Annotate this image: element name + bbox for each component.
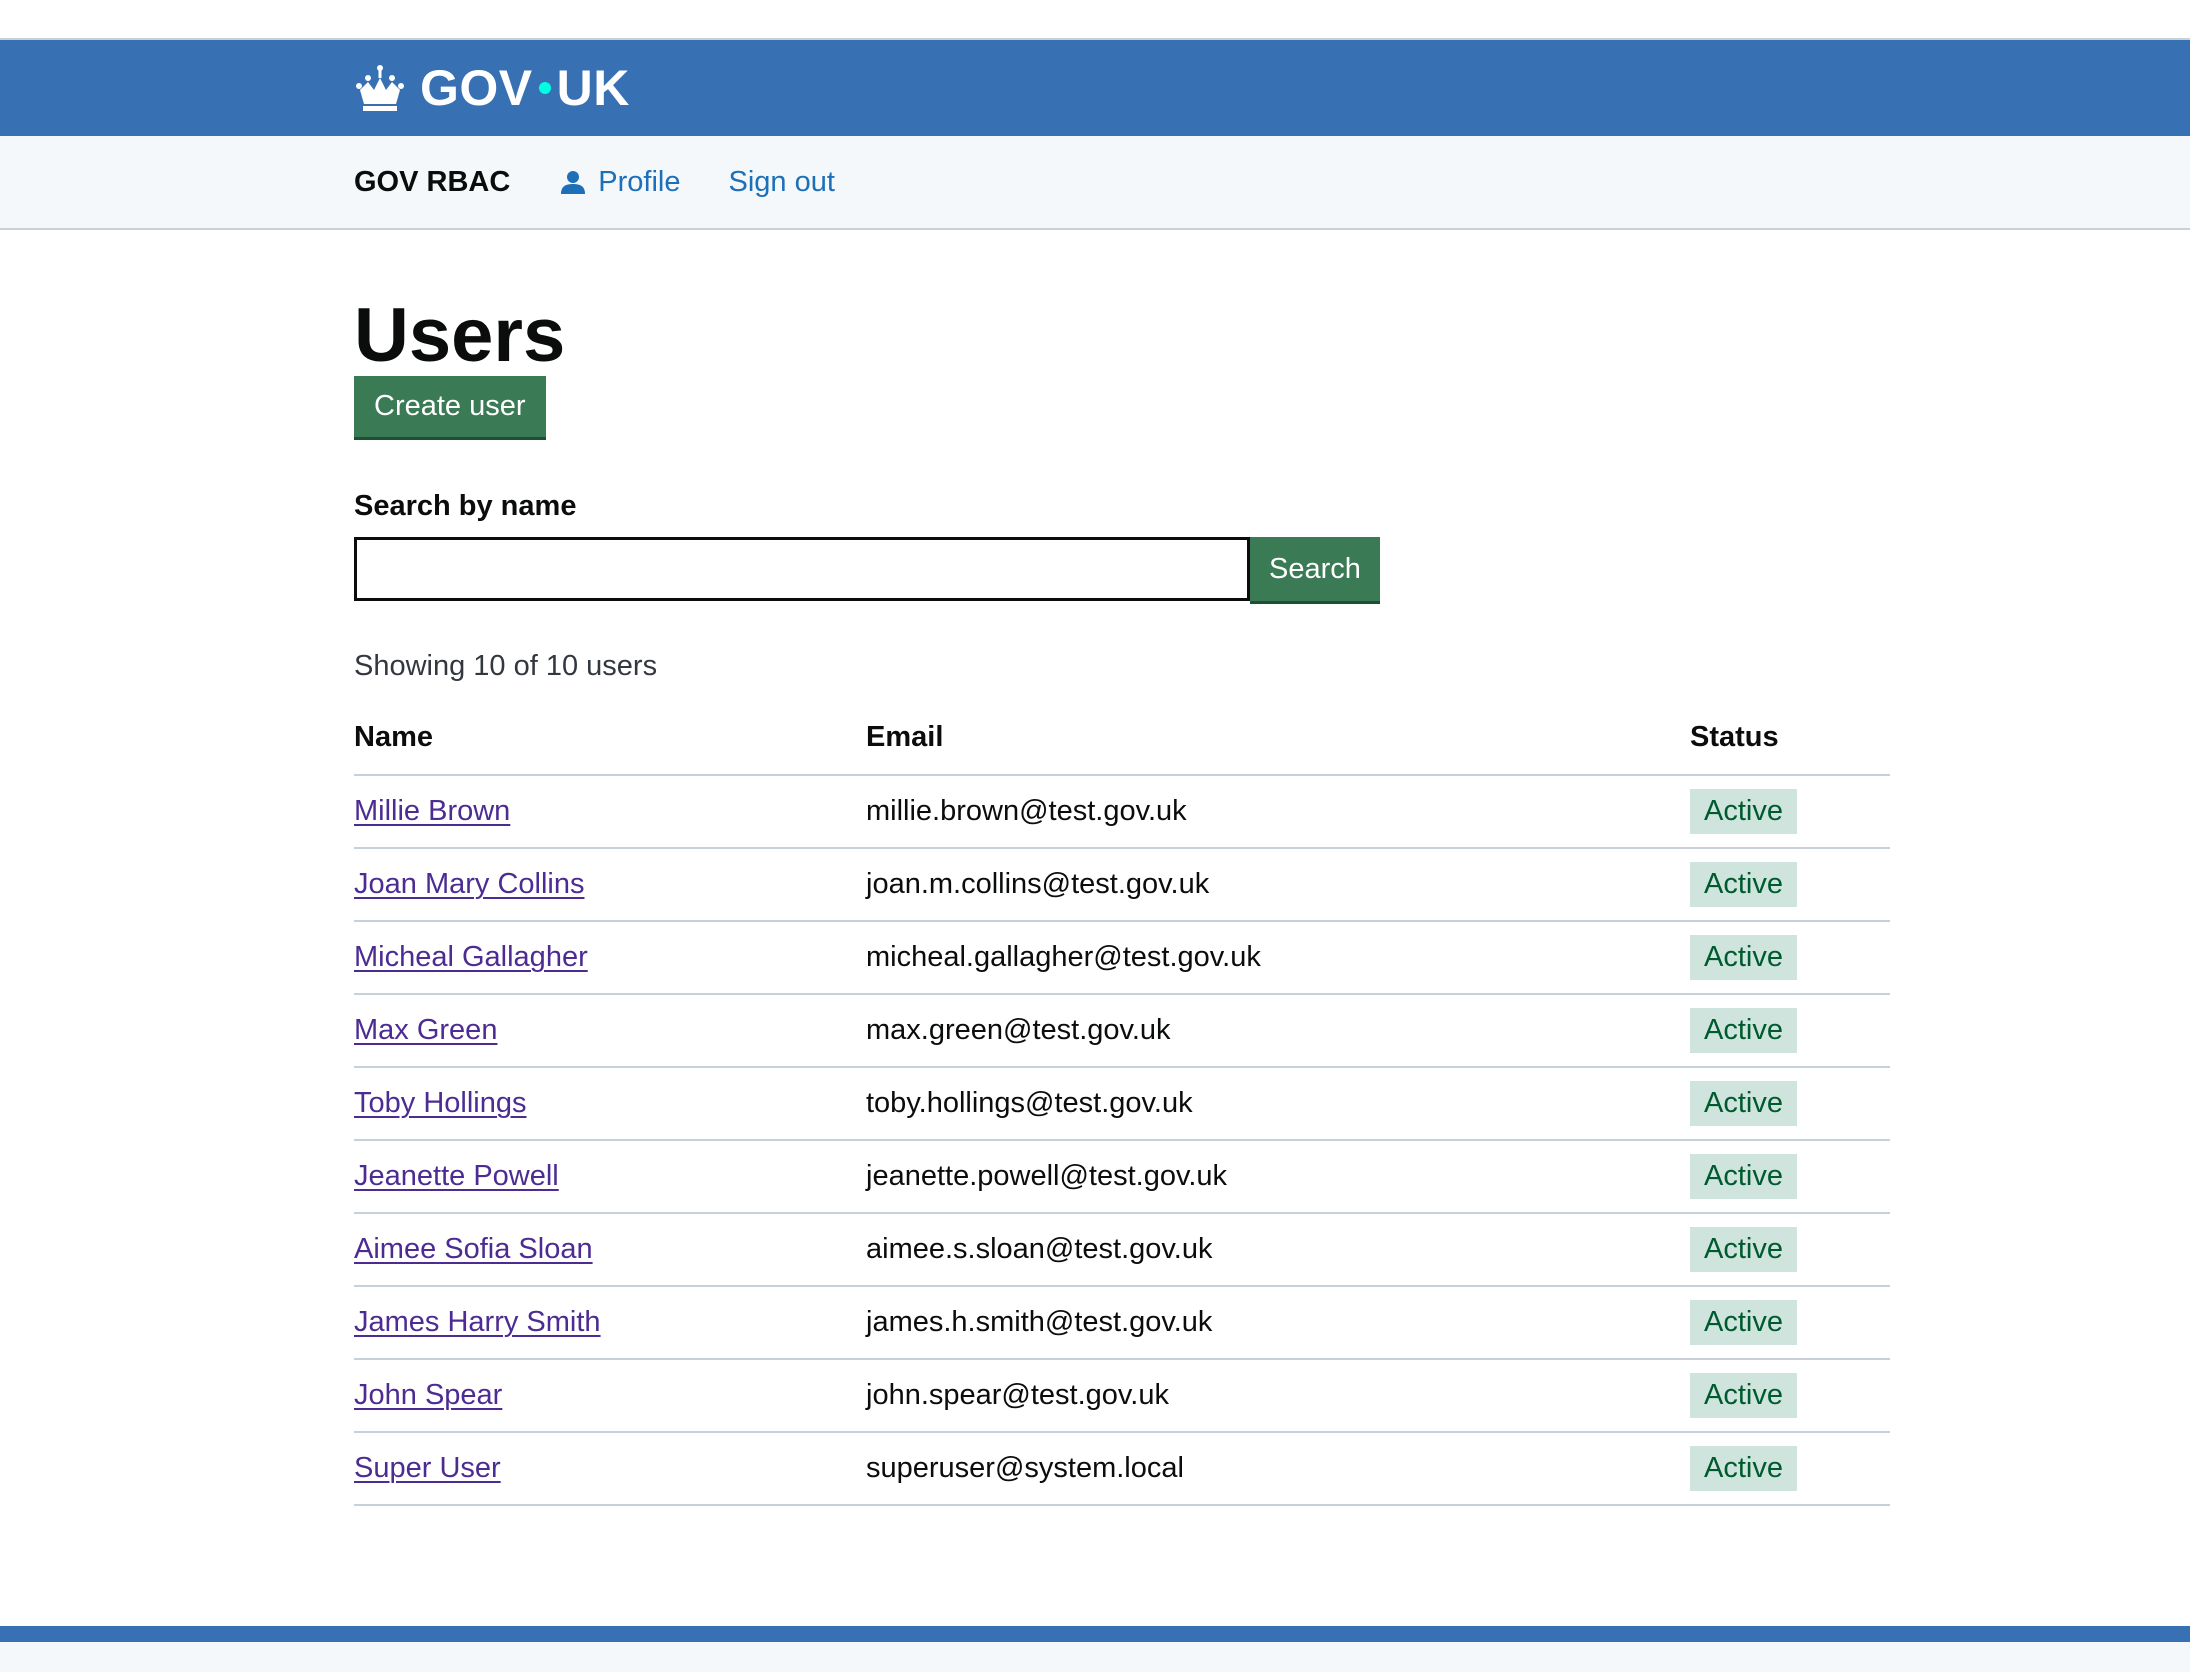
user-email: john.spear@test.gov.uk <box>866 1359 1690 1433</box>
page-footer <box>0 1626 2190 1672</box>
user-email: millie.brown@test.gov.uk <box>866 775 1690 849</box>
table-row: Micheal Gallagher micheal.gallagher@test… <box>354 921 1890 995</box>
user-name-link[interactable]: Joan Mary Collins <box>354 868 584 900</box>
user-name-link[interactable]: Aimee Sofia Sloan <box>354 1233 593 1265</box>
status-badge: Active <box>1690 935 1797 980</box>
user-email: jeanette.powell@test.gov.uk <box>866 1140 1690 1214</box>
person-icon <box>561 171 586 194</box>
table-row: James Harry Smith james.h.smith@test.gov… <box>354 1286 1890 1360</box>
table-header-row: Name Email Status <box>354 713 1890 776</box>
status-badge: Active <box>1690 1373 1797 1418</box>
user-email: aimee.s.sloan@test.gov.uk <box>866 1213 1690 1287</box>
status-badge: Active <box>1690 1154 1797 1199</box>
status-badge: Active <box>1690 1446 1797 1491</box>
status-badge: Active <box>1690 1300 1797 1345</box>
search-label: Search by name <box>354 490 577 522</box>
results-count: Showing 10 of 10 users <box>354 650 658 682</box>
service-navigation: GOV RBAC Profile Sign out <box>0 136 2190 230</box>
status-badge: Active <box>1690 1081 1797 1126</box>
user-name-link[interactable]: Millie Brown <box>354 795 510 827</box>
users-table: Name Email Status Millie Brown millie.br… <box>354 713 1890 1506</box>
create-user-button[interactable]: Create user <box>354 376 546 440</box>
govuk-logotype: GOV UK <box>420 59 630 117</box>
logotype-gov: GOV <box>420 60 533 116</box>
search-button[interactable]: Search <box>1250 537 1380 604</box>
status-badge: Active <box>1690 1227 1797 1272</box>
service-name[interactable]: GOV RBAC <box>354 166 510 199</box>
user-name-link[interactable]: Jeanette Powell <box>354 1160 559 1192</box>
table-row: John Spear john.spear@test.gov.uk Active <box>354 1359 1890 1433</box>
profile-link[interactable]: Profile <box>560 165 681 199</box>
user-email: joan.m.collins@test.gov.uk <box>866 848 1690 922</box>
signout-link[interactable]: Sign out <box>729 166 835 199</box>
status-badge: Active <box>1690 1008 1797 1053</box>
column-header-email: Email <box>866 713 1690 776</box>
user-name-link[interactable]: Toby Hollings <box>354 1087 526 1119</box>
table-row: Aimee Sofia Sloan aimee.s.sloan@test.gov… <box>354 1213 1890 1287</box>
profile-link-label: Profile <box>598 165 681 198</box>
column-header-status: Status <box>1690 713 1890 776</box>
user-name-link[interactable]: Super User <box>354 1452 501 1484</box>
status-badge: Active <box>1690 789 1797 834</box>
user-name-link[interactable]: Micheal Gallagher <box>354 941 588 973</box>
table-row: Millie Brown millie.brown@test.gov.uk Ac… <box>354 775 1890 849</box>
page-title: Users <box>354 293 566 378</box>
top-strip <box>0 0 2190 40</box>
user-email: superuser@system.local <box>866 1432 1690 1506</box>
table-row: Toby Hollings toby.hollings@test.gov.uk … <box>354 1067 1890 1141</box>
main-content: Users Create user Search by name Search … <box>354 230 1890 1506</box>
table-row: Joan Mary Collins joan.m.collins@test.go… <box>354 848 1890 922</box>
user-name-link[interactable]: James Harry Smith <box>354 1306 601 1338</box>
user-email: james.h.smith@test.gov.uk <box>866 1286 1690 1360</box>
crown-icon <box>356 65 404 111</box>
table-row: Jeanette Powell jeanette.powell@test.gov… <box>354 1140 1890 1214</box>
user-email: micheal.gallagher@test.gov.uk <box>866 921 1690 995</box>
govuk-header: GOV UK <box>0 40 2190 136</box>
search-form: Search <box>354 537 1890 604</box>
search-input[interactable] <box>354 537 1250 601</box>
column-header-name: Name <box>354 713 866 776</box>
user-email: max.green@test.gov.uk <box>866 994 1690 1068</box>
govuk-logo-link[interactable]: GOV UK <box>354 40 630 136</box>
table-row: Max Green max.green@test.gov.uk Active <box>354 994 1890 1068</box>
user-email: toby.hollings@test.gov.uk <box>866 1067 1690 1141</box>
logotype-dot <box>538 82 551 94</box>
table-row: Super User superuser@system.local Active <box>354 1432 1890 1506</box>
status-badge: Active <box>1690 862 1797 907</box>
user-name-link[interactable]: John Spear <box>354 1379 502 1411</box>
logotype-uk: UK <box>556 60 630 116</box>
user-name-link[interactable]: Max Green <box>354 1014 497 1046</box>
